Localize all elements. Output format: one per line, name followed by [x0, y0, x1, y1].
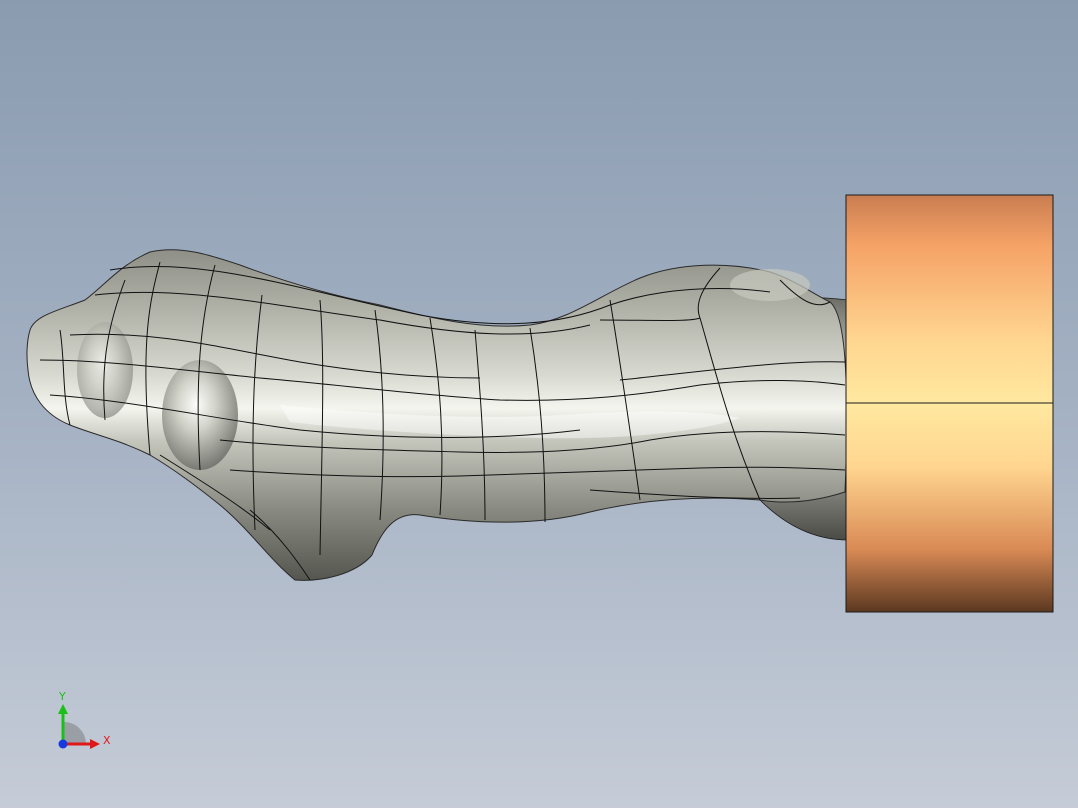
x-axis-label: X	[103, 734, 111, 747]
handle-body-surface[interactable]	[26, 249, 847, 581]
z-axis-dot	[58, 739, 68, 749]
y-axis-arrowhead	[58, 704, 68, 714]
triad-arc	[64, 722, 86, 744]
finger-ridge	[77, 322, 133, 418]
y-axis-label: Y	[58, 690, 66, 703]
orientation-triad[interactable]: Y X	[48, 684, 118, 754]
graphics-viewport[interactable]: Y X	[0, 0, 1078, 808]
x-axis-arrowhead	[90, 739, 100, 749]
model-view[interactable]	[0, 0, 1078, 808]
